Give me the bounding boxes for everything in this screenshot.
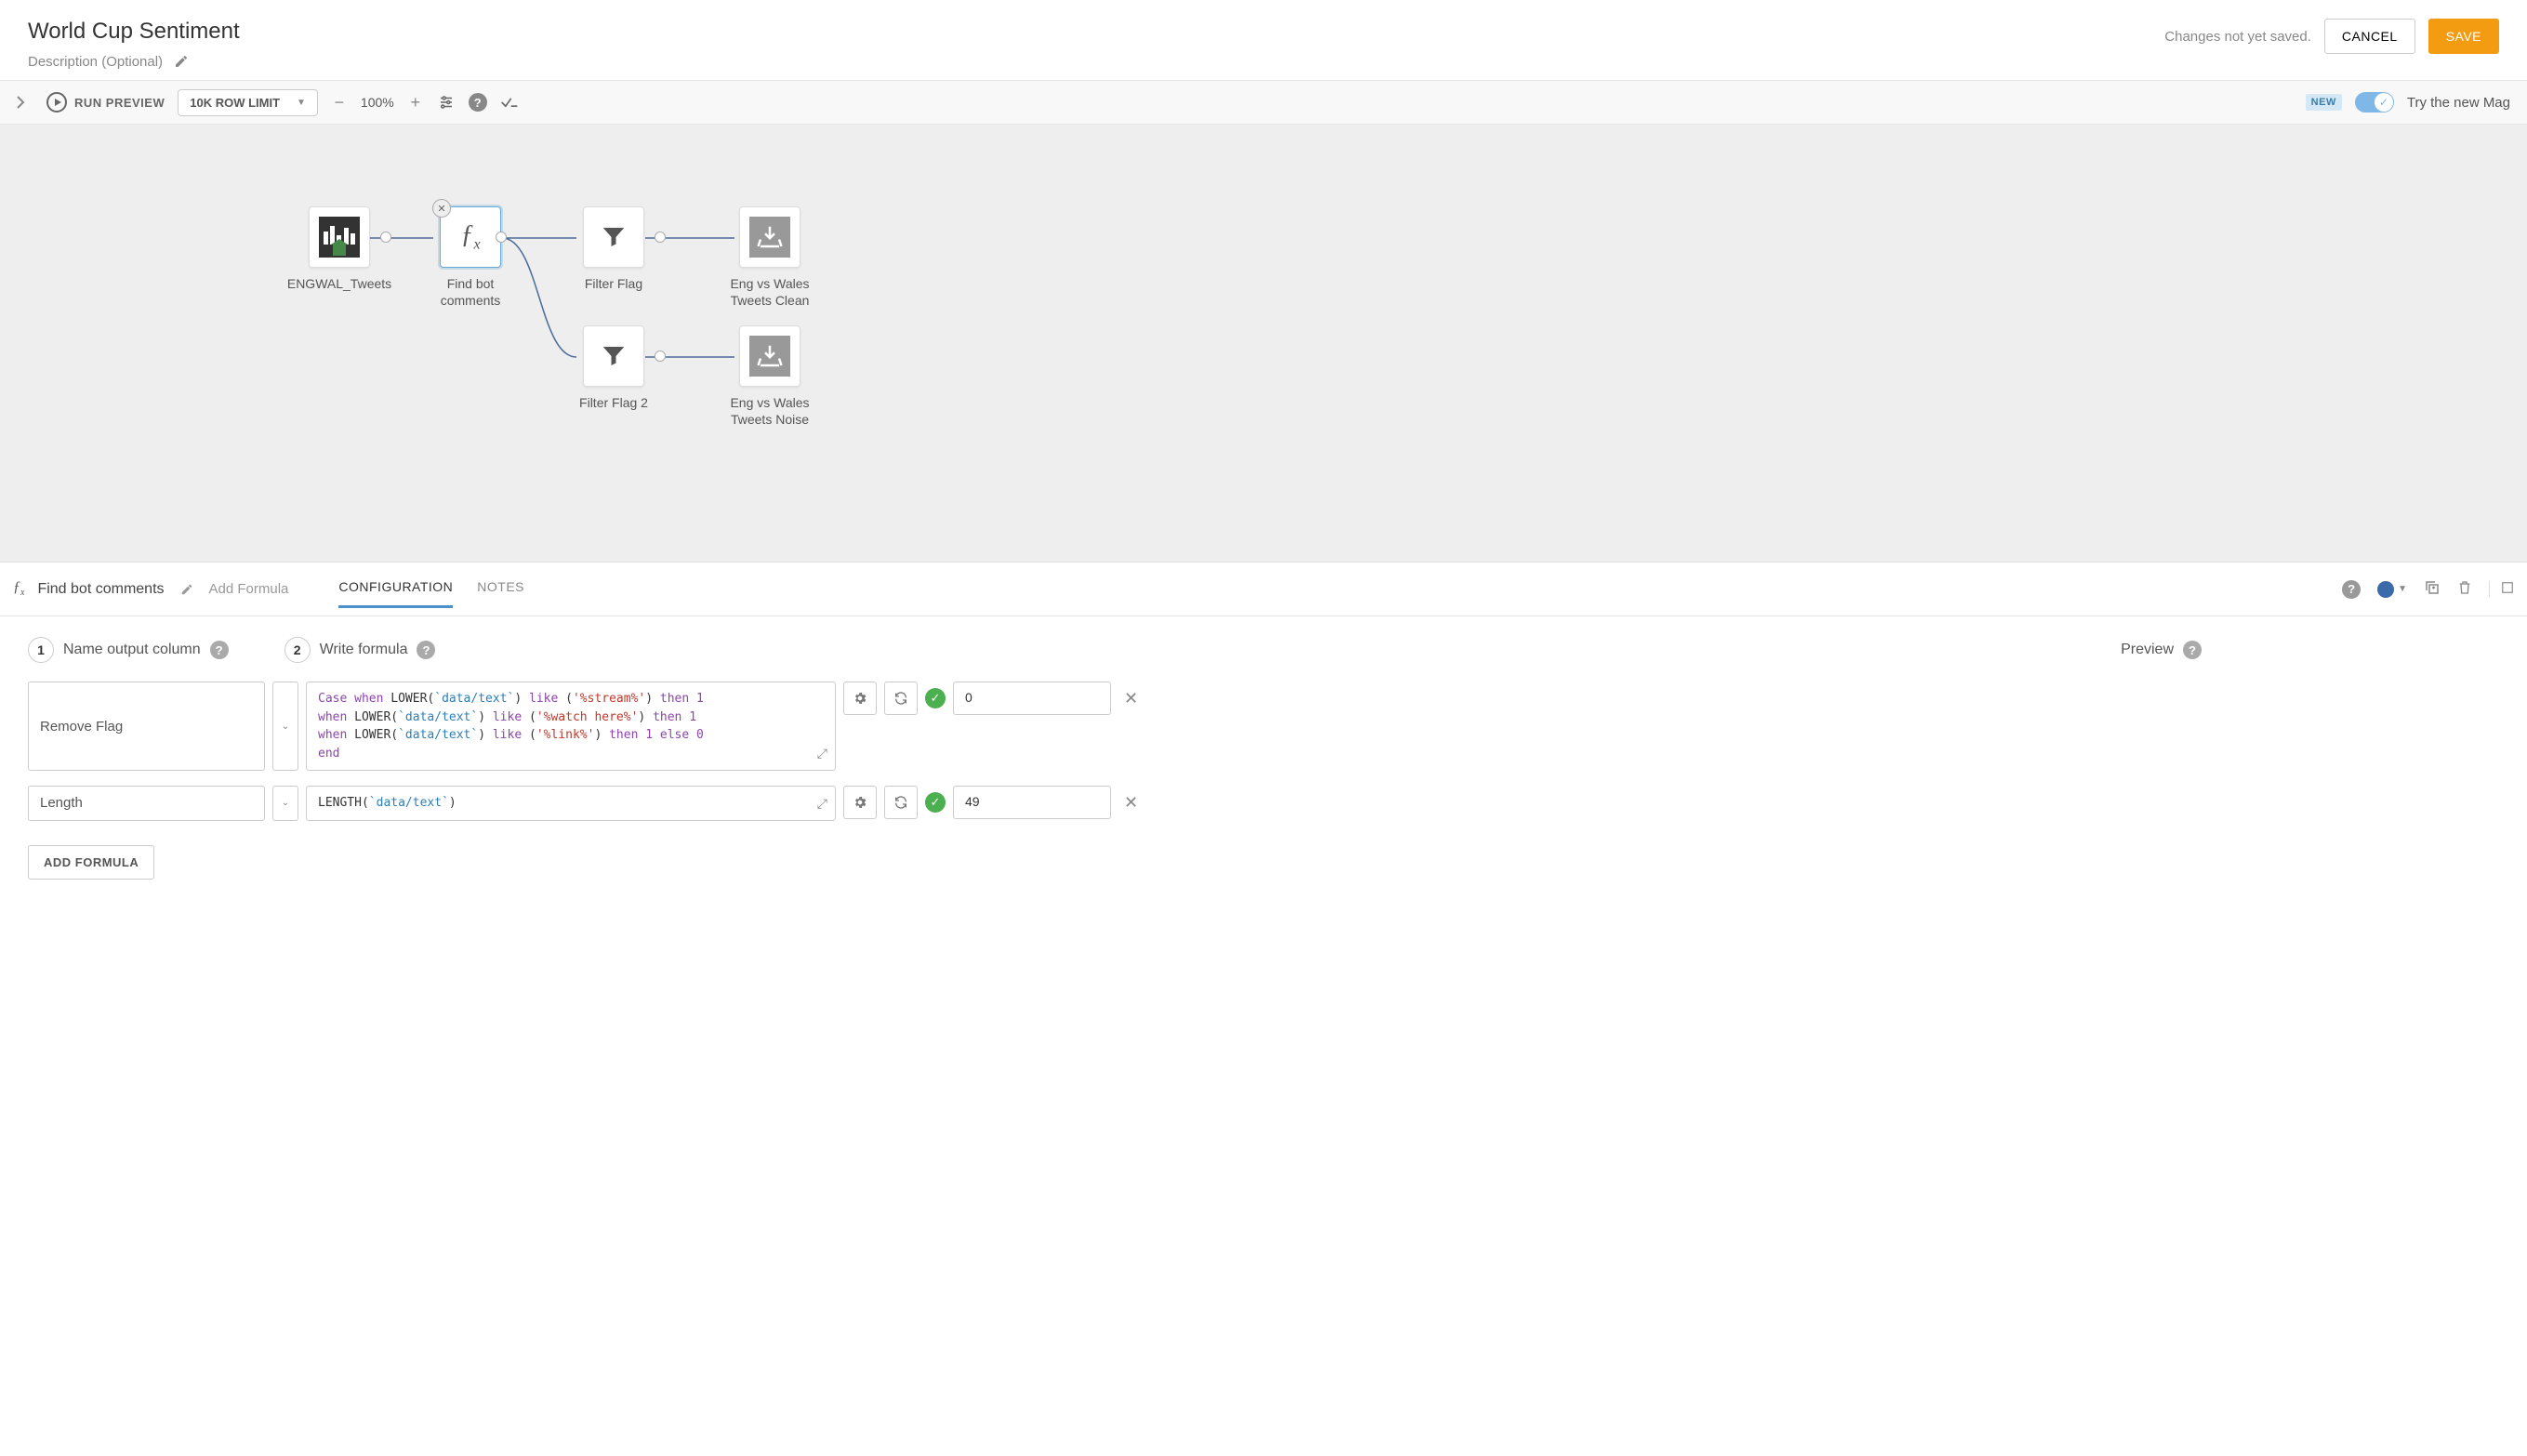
- formula-editor[interactable]: LENGTH(`data/text`)⤢: [306, 786, 836, 821]
- try-new-label: Try the new Mag: [2407, 95, 2510, 111]
- validate-icon[interactable]: [500, 93, 519, 112]
- node-filter-flag[interactable]: Filter Flag: [567, 206, 660, 292]
- formula-valid-icon: ✓: [925, 792, 946, 813]
- output-dataset-icon: [749, 336, 790, 377]
- node-label: Filter Flag 2: [579, 394, 648, 411]
- output-column-name-input[interactable]: [28, 786, 265, 821]
- edit-description-icon[interactable]: [172, 52, 191, 71]
- step-number-2: 2: [284, 637, 311, 663]
- expand-editor-icon[interactable]: ⤢: [817, 745, 827, 764]
- node-output-clean[interactable]: Eng vs Wales Tweets Clean: [723, 206, 816, 309]
- check-icon: ✓: [2375, 93, 2393, 112]
- save-button[interactable]: SAVE: [2428, 19, 2499, 54]
- run-preview-label: RUN PREVIEW: [74, 96, 165, 110]
- expand-sidebar-chevron-icon[interactable]: [7, 89, 33, 115]
- tab-configuration[interactable]: CONFIGURATION: [338, 570, 453, 608]
- filter-icon: [600, 223, 628, 251]
- help-icon[interactable]: ?: [417, 641, 435, 659]
- formula-icon: ƒx: [460, 220, 480, 254]
- preview-label: Preview: [2121, 642, 2174, 658]
- filter-icon: [600, 342, 628, 370]
- save-status: Changes not yet saved.: [2164, 29, 2311, 45]
- output-port[interactable]: [655, 232, 666, 243]
- color-picker[interactable]: ▼: [2377, 581, 2407, 598]
- help-icon[interactable]: ?: [2342, 580, 2361, 599]
- formula-icon: ƒx: [13, 579, 24, 598]
- node-output-noise[interactable]: Eng vs Wales Tweets Noise: [723, 325, 816, 428]
- zoom-level: 100%: [361, 95, 394, 110]
- node-source[interactable]: ENGWAL_Tweets: [293, 206, 386, 292]
- node-label: Eng vs Wales Tweets Clean: [723, 275, 816, 309]
- formula-valid-icon: ✓: [925, 688, 946, 708]
- duplicate-icon[interactable]: [2424, 579, 2441, 599]
- chevron-down-icon: ▼: [297, 98, 306, 108]
- node-label: ENGWAL_Tweets: [287, 275, 391, 292]
- delete-icon[interactable]: [2457, 579, 2472, 599]
- remove-node-icon[interactable]: ✕: [432, 199, 451, 218]
- column-name-dropdown[interactable]: ⌄: [272, 786, 298, 821]
- flow-canvas[interactable]: ENGWAL_Tweets ✕ ƒx Find bot comments Fil…: [0, 125, 2527, 562]
- chevron-down-icon: ⌄: [282, 798, 289, 808]
- column-name-dropdown[interactable]: ⌄: [272, 682, 298, 771]
- node-filter-flag-2[interactable]: Filter Flag 2: [567, 325, 660, 411]
- tab-notes[interactable]: NOTES: [477, 570, 524, 608]
- expand-editor-icon[interactable]: ⤢: [817, 795, 827, 814]
- node-label: Find bot comments: [424, 275, 517, 309]
- row-limit-dropdown[interactable]: 10K ROW LIMIT ▼: [178, 89, 318, 116]
- help-icon[interactable]: ?: [469, 93, 487, 112]
- formula-settings-button[interactable]: [843, 682, 877, 715]
- feature-toggle[interactable]: ✓: [2355, 92, 2394, 113]
- node-find-bot[interactable]: ✕ ƒx Find bot comments: [424, 206, 517, 309]
- edit-title-icon[interactable]: [178, 580, 196, 599]
- add-formula-button[interactable]: ADD FORMULA: [28, 845, 154, 880]
- run-preview-button[interactable]: RUN PREVIEW: [46, 92, 165, 113]
- help-icon[interactable]: ?: [210, 641, 229, 659]
- step-number-1: 1: [28, 637, 54, 663]
- formula-settings-button[interactable]: [843, 786, 877, 819]
- refresh-formula-button[interactable]: [884, 682, 918, 715]
- formula-row: ⌄ LENGTH(`data/text`)⤢ ✓ 49 ✕: [28, 786, 2499, 821]
- delete-formula-button[interactable]: ✕: [1118, 793, 1144, 813]
- help-icon[interactable]: ?: [2183, 641, 2202, 659]
- chevron-down-icon: ▼: [2398, 584, 2407, 594]
- formula-row: ⌄ Case when LOWER(`data/text`) like ('%s…: [28, 682, 2499, 771]
- output-port[interactable]: [380, 232, 391, 243]
- output-column-name-input[interactable]: [28, 682, 265, 771]
- node-label: Filter Flag: [585, 275, 642, 292]
- output-port[interactable]: [655, 351, 666, 362]
- panel-title: Find bot comments: [37, 581, 164, 598]
- color-dot-icon: [2377, 581, 2394, 598]
- dataset-icon: [319, 217, 360, 258]
- zoom-out-button[interactable]: −: [331, 93, 348, 113]
- settings-sliders-icon[interactable]: [437, 93, 456, 112]
- cancel-button[interactable]: CANCEL: [2324, 19, 2415, 54]
- description-placeholder[interactable]: Description (Optional): [28, 54, 163, 70]
- play-icon: [46, 92, 67, 113]
- formula-editor[interactable]: Case when LOWER(`data/text`) like ('%str…: [306, 682, 836, 771]
- preview-value: 0: [953, 682, 1111, 715]
- step-1-label: Name output column: [63, 642, 201, 658]
- chevron-down-icon: ⌄: [282, 721, 289, 732]
- output-port[interactable]: [496, 232, 507, 243]
- collapse-panel-icon[interactable]: [2489, 581, 2514, 597]
- page-title: World Cup Sentiment: [28, 19, 240, 45]
- output-dataset-icon: [749, 217, 790, 258]
- row-limit-label: 10K ROW LIMIT: [190, 96, 280, 110]
- refresh-formula-button[interactable]: [884, 786, 918, 819]
- delete-formula-button[interactable]: ✕: [1118, 689, 1144, 708]
- new-badge: NEW: [2306, 94, 2342, 111]
- add-formula-link[interactable]: Add Formula: [209, 581, 289, 597]
- step-2-label: Write formula: [320, 642, 408, 658]
- zoom-in-button[interactable]: +: [407, 93, 424, 113]
- node-label: Eng vs Wales Tweets Noise: [723, 394, 816, 428]
- preview-value: 49: [953, 786, 1111, 819]
